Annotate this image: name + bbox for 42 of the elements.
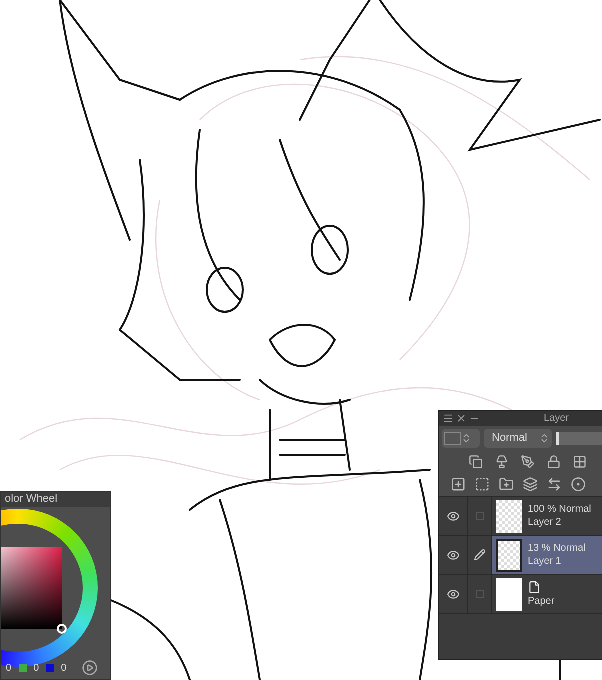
mask-icon[interactable] bbox=[571, 477, 586, 492]
lock-icon[interactable] bbox=[547, 455, 561, 469]
picker-handle[interactable] bbox=[57, 624, 67, 634]
paper-icon bbox=[528, 581, 541, 594]
stepper-icon bbox=[461, 433, 472, 444]
copy-icon[interactable] bbox=[469, 455, 483, 469]
panel-title: olor Wheel bbox=[5, 494, 58, 505]
eye-icon[interactable] bbox=[446, 510, 460, 522]
layers-icon[interactable] bbox=[523, 477, 538, 492]
eye-icon[interactable] bbox=[446, 548, 460, 562]
color-mode-dropdown[interactable] bbox=[442, 429, 480, 448]
blend-mode-dropdown[interactable]: Normal bbox=[484, 429, 552, 448]
folder-plus-icon[interactable] bbox=[499, 477, 514, 492]
dashed-square-icon[interactable] bbox=[475, 477, 490, 492]
layer-name: Layer 2 bbox=[528, 518, 562, 528]
grid-icon[interactable] bbox=[573, 455, 587, 469]
channel-value: 0 bbox=[34, 662, 40, 676]
pen-icon[interactable] bbox=[521, 455, 535, 469]
channel-value: 0 bbox=[61, 662, 67, 676]
close-icon[interactable] bbox=[456, 413, 467, 424]
arrows-icon[interactable] bbox=[547, 477, 562, 492]
layer-mode: 13 % Normal bbox=[528, 544, 586, 554]
panel-title: Layer bbox=[544, 412, 570, 426]
layer-mode: 100 % Normal bbox=[528, 504, 592, 514]
eye-icon[interactable] bbox=[446, 588, 460, 600]
layer-row[interactable]: 100 % Normal Layer 2 bbox=[439, 497, 602, 536]
layer-name: Layer 1 bbox=[528, 556, 562, 566]
play-icon[interactable] bbox=[82, 660, 98, 676]
layer-thumbnail bbox=[496, 500, 522, 532]
layer-checkbox[interactable] bbox=[476, 590, 484, 598]
stepper-icon bbox=[539, 433, 550, 444]
layer-row[interactable]: Paper bbox=[439, 575, 602, 614]
layer-name: Paper bbox=[528, 597, 555, 607]
menu-icon[interactable] bbox=[443, 413, 454, 424]
opacity-slider[interactable] bbox=[556, 432, 602, 445]
layer-row[interactable]: 13 % Normal Layer 1 bbox=[439, 536, 602, 575]
layer-thumbnail bbox=[496, 538, 522, 572]
layer-checkbox[interactable] bbox=[476, 512, 484, 520]
lamp-icon[interactable] bbox=[495, 455, 509, 469]
paper-thumbnail bbox=[496, 578, 522, 610]
saturation-square[interactable] bbox=[1, 547, 62, 629]
new-layer-icon[interactable] bbox=[451, 477, 466, 492]
